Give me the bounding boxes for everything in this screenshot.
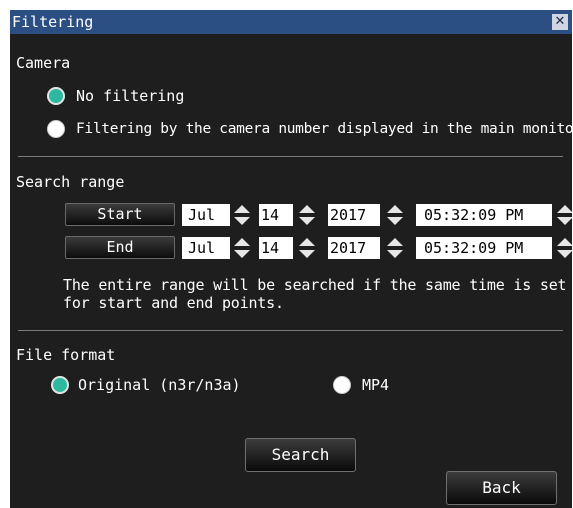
back-button[interactable]: Back (446, 471, 557, 505)
spin-up-icon[interactable] (234, 205, 250, 213)
spin-up-icon[interactable] (234, 238, 250, 246)
spin-down-icon[interactable] (557, 250, 572, 258)
spin-down-icon[interactable] (234, 217, 250, 225)
spin-down-icon[interactable] (299, 250, 315, 258)
end-month-field[interactable]: Jul (182, 237, 230, 259)
spin-down-icon[interactable] (234, 250, 250, 258)
start-day-spinner[interactable] (297, 203, 317, 227)
range-hint: The entire range will be searched if the… (63, 276, 567, 312)
search-range-heading: Search range (16, 173, 125, 191)
radio-no-filtering-label[interactable]: No filtering (76, 87, 184, 105)
spin-down-icon[interactable] (387, 250, 403, 258)
start-month-spinner[interactable] (232, 203, 252, 227)
end-year-spinner[interactable] (385, 236, 405, 260)
radio-format-original[interactable] (51, 376, 69, 394)
range-hint-line1: The entire range will be searched if the… (63, 276, 567, 294)
start-time-field[interactable]: 05:32:09 PM (416, 204, 552, 226)
spin-down-icon[interactable] (387, 217, 403, 225)
camera-heading: Camera (16, 54, 71, 72)
start-year-field[interactable]: 2017 (328, 204, 380, 226)
radio-filter-camera-number[interactable] (47, 120, 65, 138)
title-bar: Filtering ✕ (10, 10, 572, 34)
end-label-button[interactable]: End (65, 236, 175, 259)
end-time-field[interactable]: 05:32:09 PM (416, 237, 552, 259)
close-icon: ✕ (554, 14, 566, 29)
divider (18, 156, 563, 157)
end-day-field[interactable]: 14 (259, 237, 293, 259)
radio-no-filtering[interactable] (47, 87, 65, 105)
start-time-spinner[interactable] (555, 203, 572, 227)
spin-up-icon[interactable] (387, 238, 403, 246)
end-time-spinner[interactable] (555, 236, 572, 260)
spin-up-icon[interactable] (387, 205, 403, 213)
radio-format-original-label[interactable]: Original (n3r/n3a) (78, 376, 241, 394)
start-label-button[interactable]: Start (65, 203, 175, 226)
close-button[interactable]: ✕ (552, 14, 568, 30)
start-month-field[interactable]: Jul (182, 204, 230, 226)
end-month-spinner[interactable] (232, 236, 252, 260)
radio-format-mp4-label[interactable]: MP4 (362, 376, 389, 394)
dialog-title: Filtering (12, 13, 94, 31)
radio-format-mp4[interactable] (333, 376, 351, 394)
spin-up-icon[interactable] (299, 238, 315, 246)
radio-filter-camera-number-label[interactable]: Filtering by the camera number displayed… (76, 121, 572, 137)
end-day-spinner[interactable] (297, 236, 317, 260)
start-year-spinner[interactable] (385, 203, 405, 227)
start-day-field[interactable]: 14 (259, 204, 293, 226)
spin-down-icon[interactable] (557, 217, 572, 225)
spin-up-icon[interactable] (557, 238, 572, 246)
divider (18, 330, 563, 331)
search-button[interactable]: Search (245, 438, 356, 472)
spin-down-icon[interactable] (299, 217, 315, 225)
filtering-dialog: Filtering ✕ Camera No filtering Filterin… (10, 10, 572, 508)
range-hint-line2: for start and end points. (63, 294, 284, 312)
end-year-field[interactable]: 2017 (328, 237, 380, 259)
spin-up-icon[interactable] (299, 205, 315, 213)
file-format-heading: File format (16, 346, 116, 364)
spin-up-icon[interactable] (557, 205, 572, 213)
